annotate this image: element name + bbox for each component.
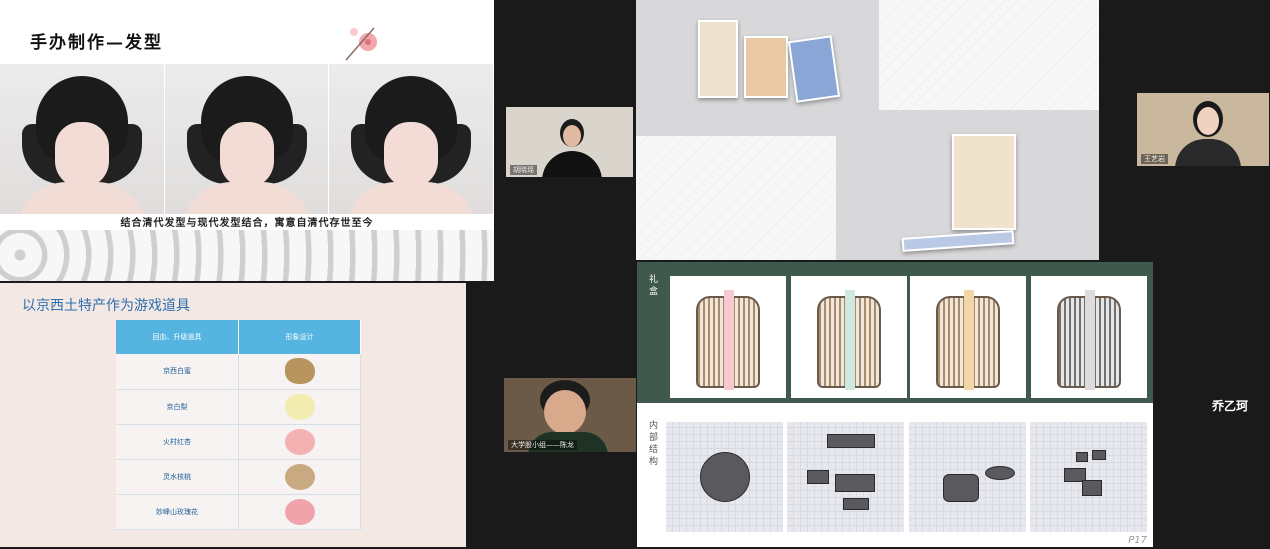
participant-name: 王艺岩 (1141, 154, 1168, 164)
prop-image (238, 389, 361, 425)
video-tile-participant[interactable]: 胡晓瑶 (506, 107, 633, 177)
blossom-icon (345, 27, 377, 61)
gift-box-render (1031, 276, 1147, 398)
slide-title: 以京西土特产作为游戏道具 (22, 298, 190, 314)
gift-box-render (910, 276, 1026, 398)
section-label: 构 (649, 457, 659, 467)
prop-name: 京西白蜜 (116, 354, 239, 390)
structure-render (1030, 422, 1147, 532)
prop-image (238, 424, 361, 460)
page-number: P17 (1128, 535, 1147, 546)
section-label: 结 (649, 445, 659, 455)
table-header: 回血、升级道具 (116, 320, 239, 354)
slide-title: 手办制作—发型 (30, 33, 163, 53)
participant-name: 胡晓瑶 (510, 165, 537, 175)
participant-name: 大学股小组——陈龙 (508, 440, 577, 450)
prop-image (238, 494, 361, 530)
prop-image (238, 459, 361, 495)
table-row: 火村红杏 (116, 424, 361, 460)
screen-share-hairstyle: 手办制作—发型 结合清代发型与现代发型结合，寓意自清代存世至今 (0, 0, 494, 281)
screen-share-props: 以京西土特产作为游戏道具 回血、升级道具 形象设计 京西白蜜 京白梨 火村红杏 … (0, 283, 466, 547)
gift-box-band: 礼 盒 (637, 262, 1153, 403)
video-tile-participant[interactable]: 大学股小组——陈龙 (504, 378, 636, 452)
gift-box-render (670, 276, 786, 398)
structure-render (909, 422, 1026, 532)
product-photo-box (836, 110, 1099, 260)
section-label: 内 (649, 421, 659, 431)
table-header: 形象设计 (238, 320, 361, 354)
slide-caption: 结合清代发型与现代发型结合，寓意自清代存世至今 (120, 218, 374, 229)
section-label: 礼 (649, 275, 659, 285)
doll-photo (0, 64, 165, 214)
structure-render (666, 422, 783, 532)
doll-photo (329, 64, 494, 214)
doll-photo (164, 64, 330, 214)
prop-name: 火村红杏 (116, 424, 239, 460)
table-row: 京西白蜜 (116, 354, 361, 390)
section-label: 部 (649, 433, 659, 443)
table-row: 妙峰山玫瑰花 (116, 494, 361, 530)
video-tile-participant[interactable]: 王艺岩 (1137, 93, 1269, 166)
doll-photo-strip (0, 64, 494, 214)
prop-name: 京白梨 (116, 389, 239, 425)
gift-box-render (791, 276, 907, 398)
section-label: 盒 (649, 287, 659, 297)
flower-border (0, 230, 494, 281)
screen-share-gift-box: 礼 盒 内 部 结 构 P17 (637, 262, 1153, 547)
prop-image (238, 354, 361, 390)
prop-name: 妙峰山玫瑰花 (116, 494, 239, 530)
structure-render (787, 422, 904, 532)
screen-share-product (636, 0, 1099, 260)
participant-name-label[interactable]: 乔乙珂 (1212, 397, 1248, 414)
table-row: 京白梨 (116, 389, 361, 425)
props-table: 回血、升级道具 形象设计 京西白蜜 京白梨 火村红杏 灵水核桃 妙峰山玫瑰花 (116, 320, 361, 530)
table-row: 灵水核桃 (116, 459, 361, 495)
prop-name: 灵水核桃 (116, 459, 239, 495)
